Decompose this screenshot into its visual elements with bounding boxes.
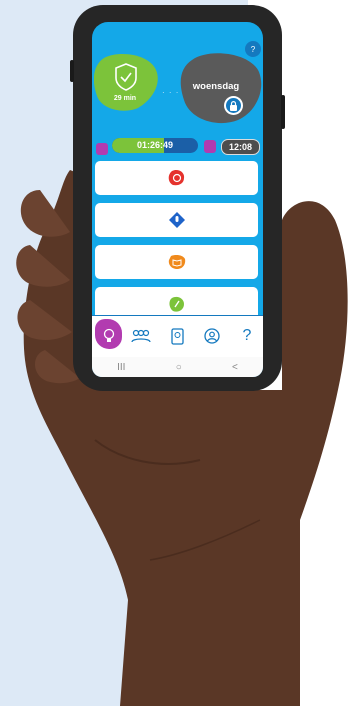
- shield-blob[interactable]: [94, 52, 159, 112]
- clock-time: 12:08: [221, 139, 260, 155]
- group-icon: [131, 329, 151, 343]
- timer-progress: 01:26:49: [112, 138, 198, 153]
- phone-side-button: [281, 95, 285, 129]
- microphone-icon: [168, 211, 186, 229]
- tablet-icon: [170, 327, 184, 345]
- nav-profile[interactable]: [199, 322, 225, 350]
- card-microphone[interactable]: [95, 203, 258, 237]
- system-navigation-bar: III ○ <: [92, 357, 263, 377]
- lock-button[interactable]: [224, 96, 243, 115]
- nav-group[interactable]: [128, 322, 154, 350]
- back-button[interactable]: <: [232, 362, 238, 373]
- card-book[interactable]: [95, 245, 258, 279]
- question-icon: ?: [242, 327, 252, 344]
- nav-tablet[interactable]: [164, 322, 190, 350]
- lock-icon: [226, 98, 241, 113]
- timer-value: 01:26:49: [136, 140, 174, 150]
- day-label: woensdag: [192, 81, 240, 92]
- lightbulb-icon: [103, 328, 115, 342]
- book-icon: [168, 253, 186, 271]
- nav-lightbulb[interactable]: [96, 322, 122, 350]
- shield-time: 29 min: [113, 95, 137, 102]
- lightbulb-chip-icon: [96, 143, 108, 155]
- recents-button[interactable]: III: [117, 362, 125, 373]
- help-button[interactable]: ?: [245, 41, 261, 57]
- bottom-navigation: ?: [92, 315, 263, 358]
- brain-icon: [168, 169, 186, 187]
- phone-side-button: [70, 60, 74, 82]
- nav-question[interactable]: ?: [234, 322, 260, 350]
- app-screen: 29 min · · · · woensdag ? 01:26:49 12:08: [92, 22, 263, 377]
- card-brain[interactable]: [95, 161, 258, 195]
- help-icon: ?: [250, 44, 256, 54]
- profile-icon: [204, 328, 220, 344]
- writing-icon: [168, 295, 186, 313]
- book-chip-icon: [204, 140, 216, 153]
- home-button[interactable]: ○: [176, 362, 182, 373]
